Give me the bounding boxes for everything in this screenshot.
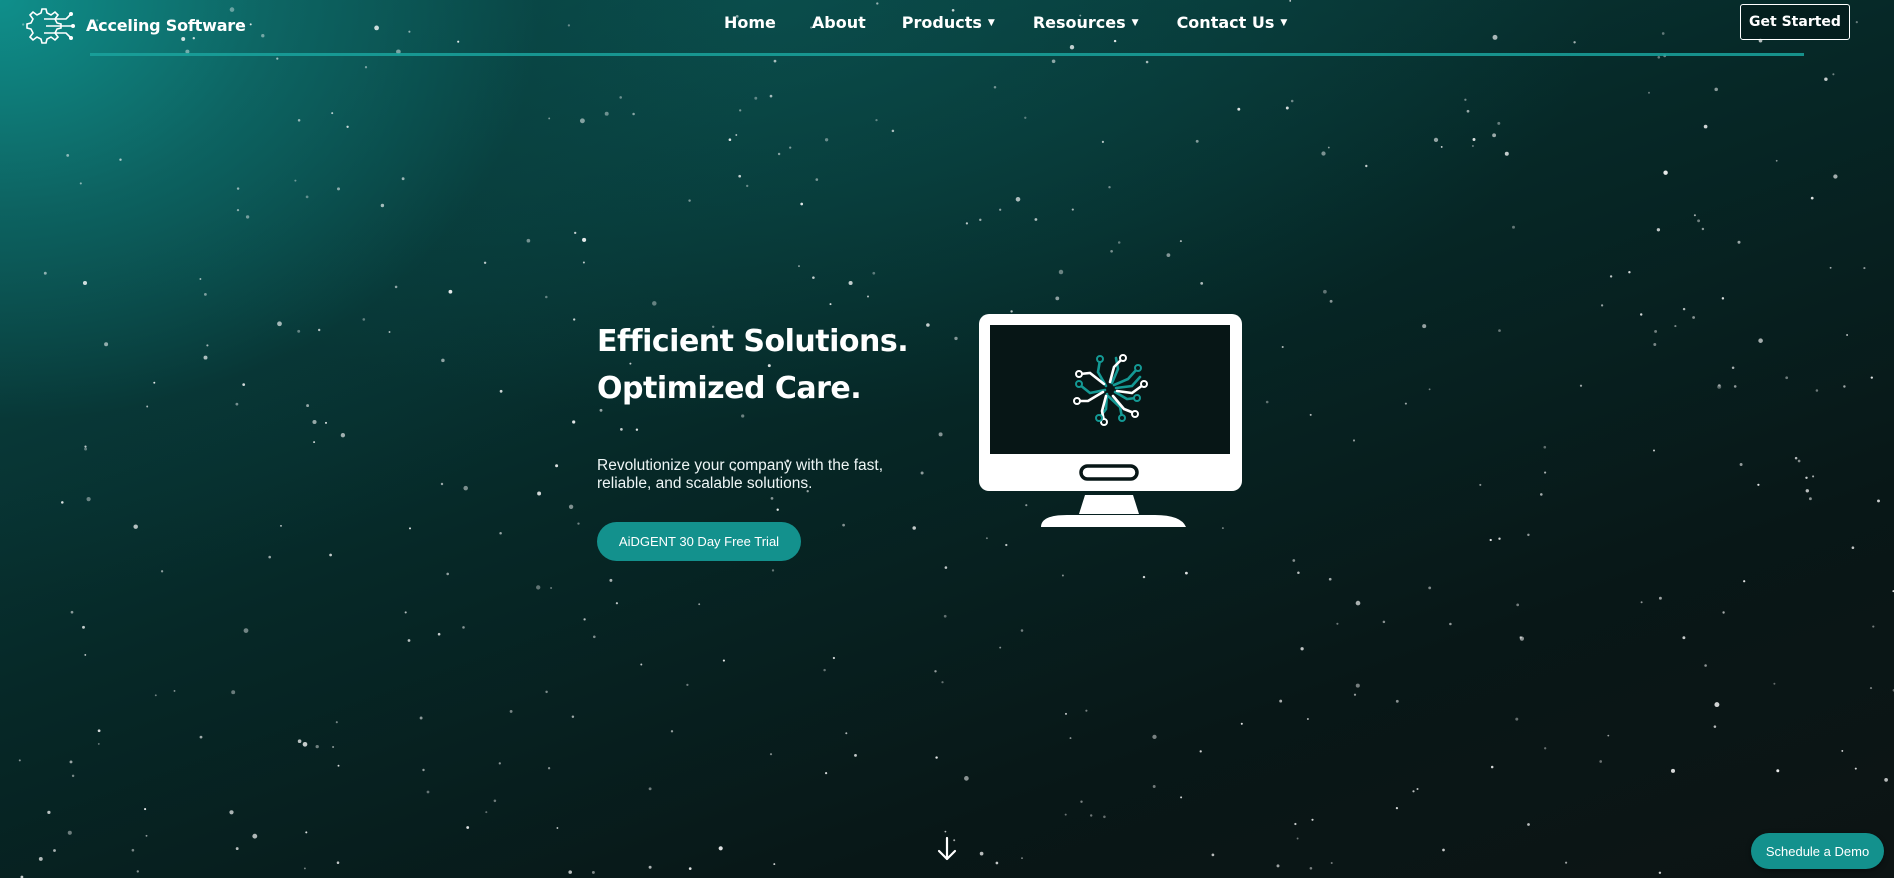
nav-item-contact-us[interactable]: Contact Us ▼	[1177, 13, 1288, 32]
hero-title-line-1: Efficient Solutions.	[597, 324, 909, 359]
nav-item-label: About	[811, 13, 866, 32]
caret-down-icon: ▼	[987, 17, 995, 28]
caret-down-icon: ▼	[1280, 17, 1288, 28]
brand-name: Acceling Software	[86, 15, 246, 35]
nav-item-label: Products	[901, 13, 982, 32]
monitor-circuit-icon	[979, 314, 1242, 527]
nav-item-about[interactable]: About	[812, 13, 866, 32]
circuit-gear-icon	[26, 8, 75, 44]
main-nav: Home About Products ▼ Resources ▼ Contac…	[724, 13, 1287, 32]
free-trial-button[interactable]: AiDGENT 30 Day Free Trial	[597, 522, 801, 561]
header-divider	[90, 53, 1804, 56]
nav-item-products[interactable]: Products ▼	[902, 13, 995, 32]
nav-item-label: Contact Us	[1176, 13, 1275, 32]
starfield-background	[18, 0, 1894, 878]
nav-item-resources[interactable]: Resources ▼	[1033, 13, 1139, 32]
site-header: Acceling Software Home About Products ▼ …	[0, 0, 1894, 56]
schedule-demo-button[interactable]: Schedule a Demo	[1751, 833, 1884, 869]
brand-logo[interactable]: Acceling Software	[22, 5, 246, 45]
caret-down-icon: ▼	[1131, 17, 1139, 28]
hero-title: Efficient Solutions. Optimized Care.	[597, 318, 957, 412]
arrow-down-icon[interactable]	[936, 836, 958, 862]
hero-title-line-2: Optimized Care.	[597, 371, 862, 406]
nav-item-label: Home	[724, 13, 776, 32]
nav-item-home[interactable]: Home	[724, 13, 776, 32]
nav-item-label: Resources	[1032, 13, 1126, 32]
get-started-button[interactable]: Get Started	[1740, 4, 1850, 40]
hero-subtitle: Revolutionize your company with the fast…	[597, 457, 884, 492]
